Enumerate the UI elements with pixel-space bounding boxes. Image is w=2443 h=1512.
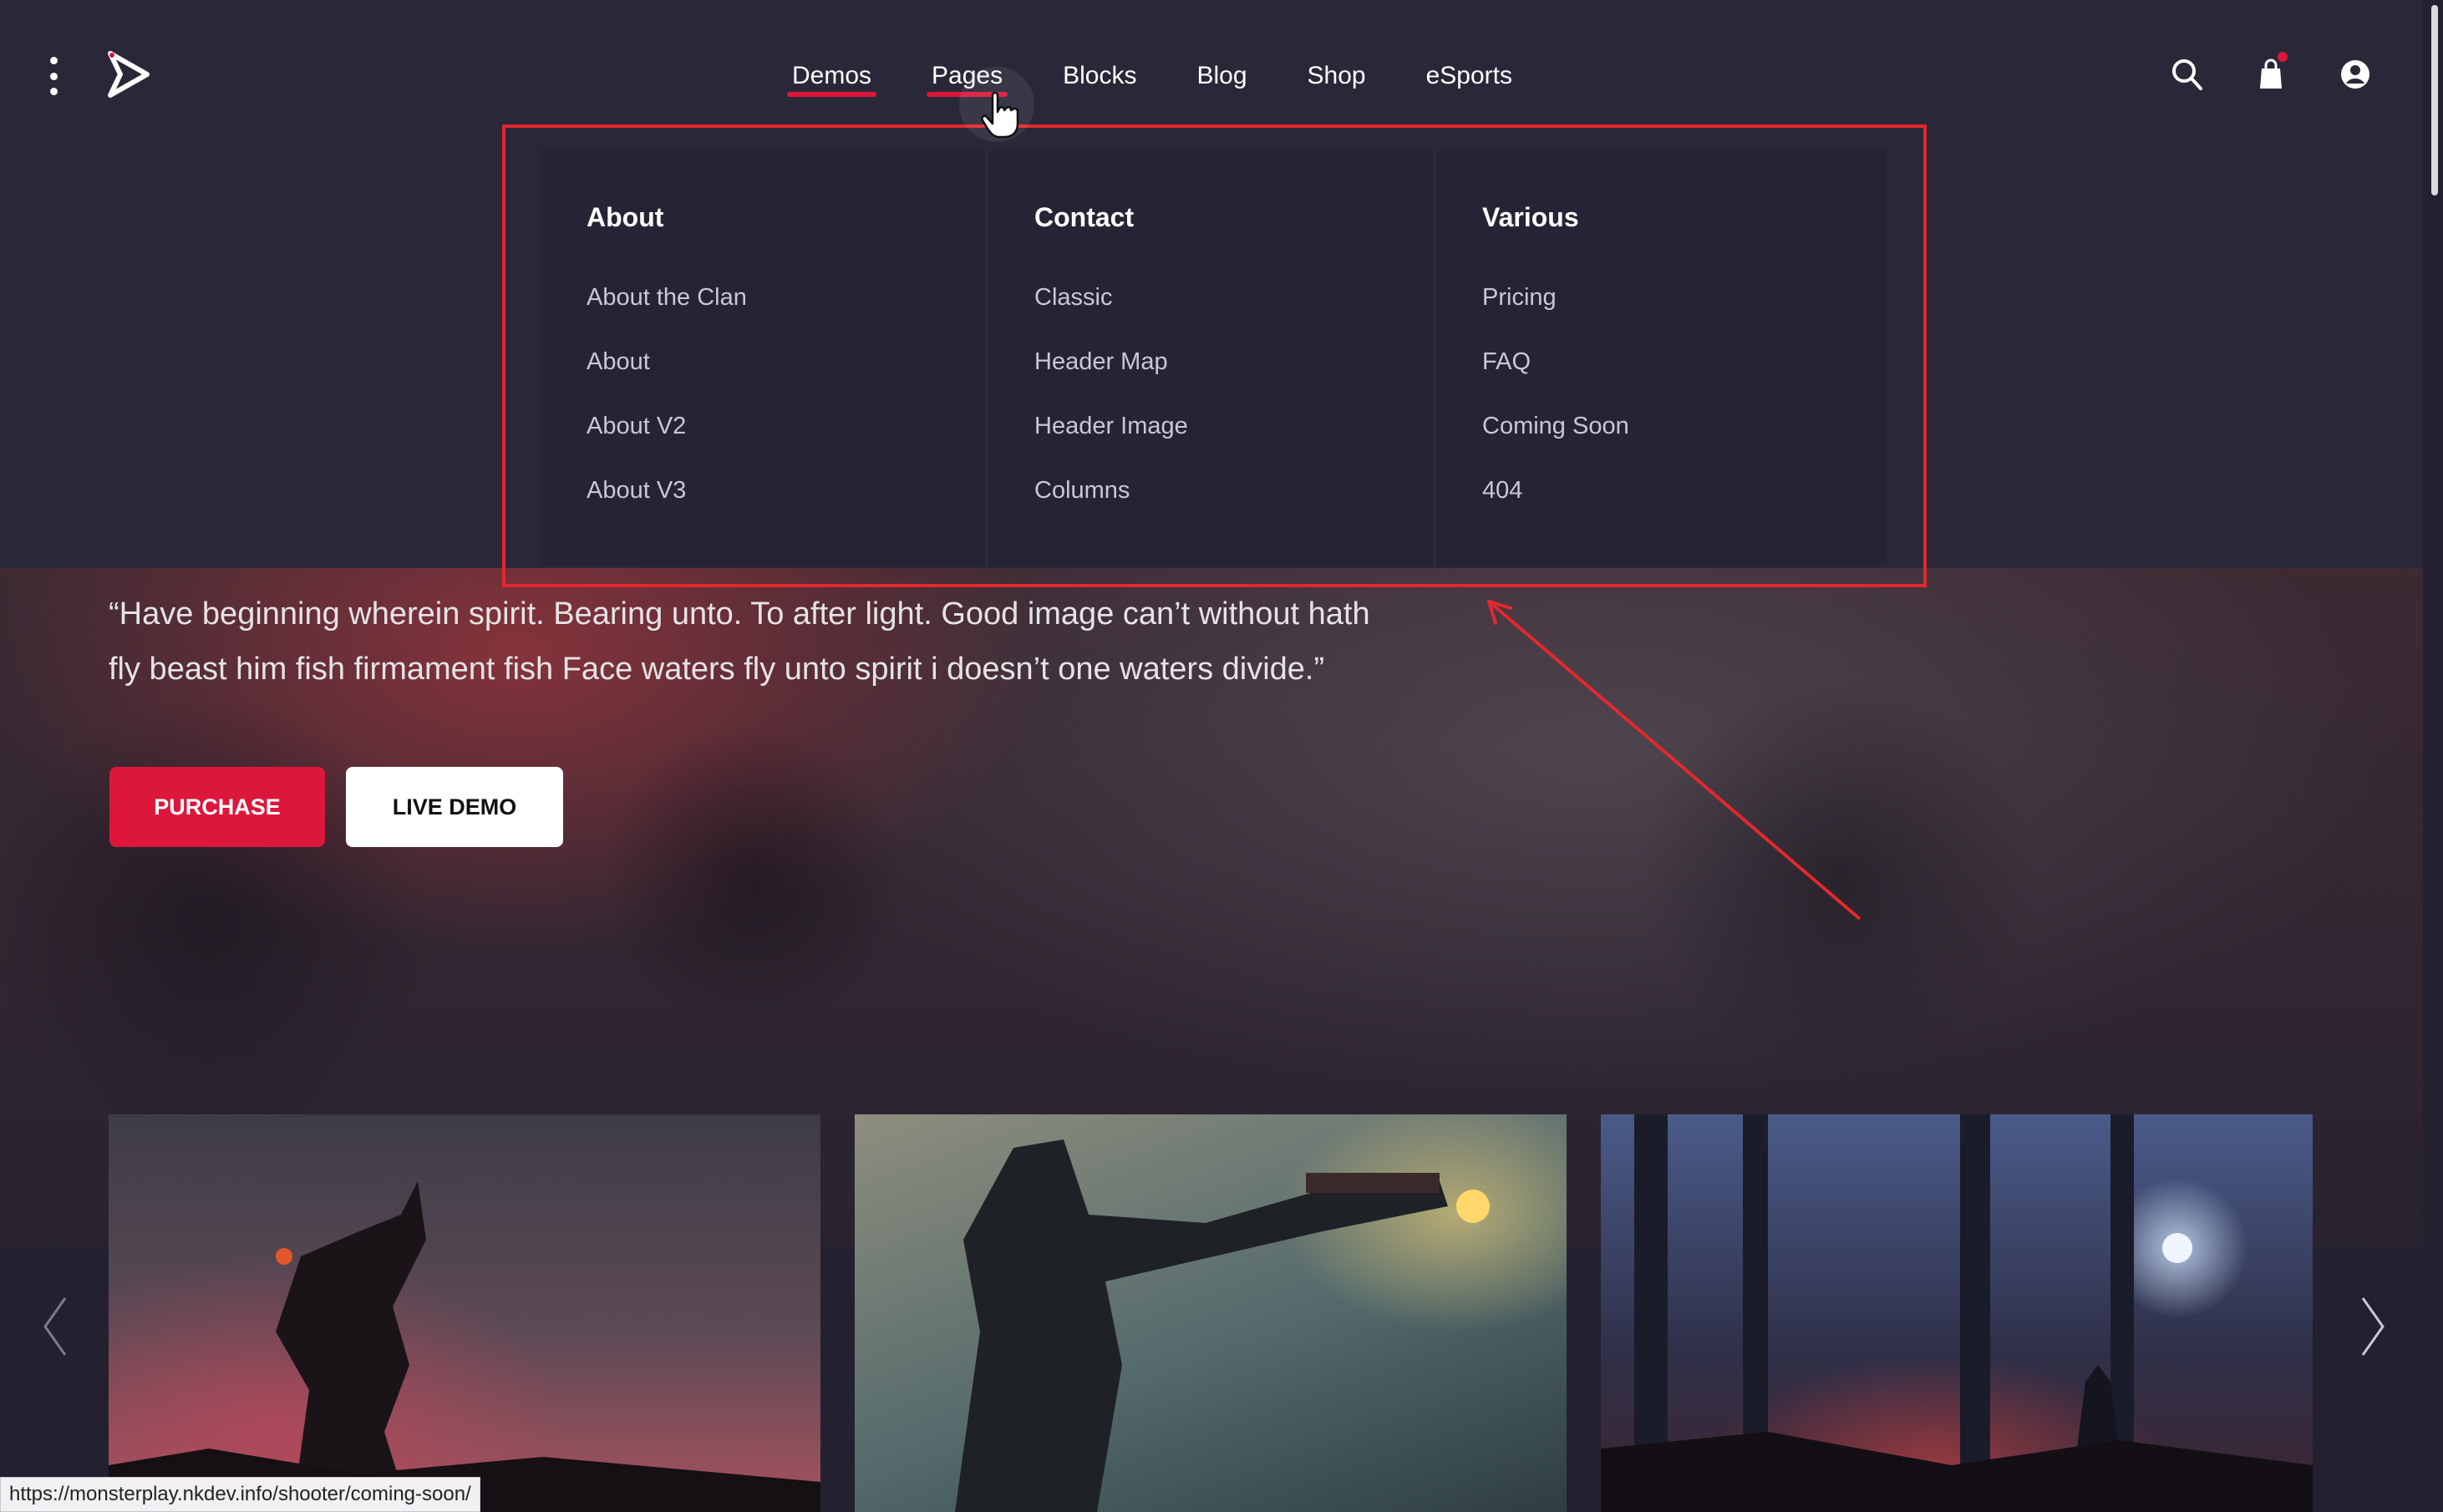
game-card-cyborg[interactable]: [855, 1114, 1567, 1512]
hand-pointer-icon: [981, 91, 1019, 139]
forest-illustration: [1601, 1114, 2313, 1512]
quote-line: “Have beginning wherein spirit. Bearing …: [109, 596, 1370, 632]
cyborg-illustration: [955, 1139, 1490, 1512]
play-logo-icon[interactable]: [105, 48, 152, 100]
quote-line: fly beast him fish firmament fish Face w…: [109, 652, 1325, 687]
nav-blog[interactable]: Blog: [1196, 62, 1247, 90]
page-scrollbar[interactable]: [2423, 0, 2443, 1512]
scrollbar-thumb[interactable]: [2431, 5, 2438, 195]
game-card-forest[interactable]: [1601, 1114, 2313, 1512]
nav-blocks[interactable]: Blocks: [1063, 62, 1136, 90]
nav-demos[interactable]: Demos: [786, 62, 877, 97]
user-circle-icon[interactable]: [2337, 55, 2374, 94]
hero-quote: “Have beginning wherein spirit. Bearing …: [109, 586, 1512, 697]
search-icon[interactable]: [2169, 55, 2206, 94]
nav-esports[interactable]: eSports: [1426, 62, 1512, 90]
shopping-bag-icon[interactable]: [2253, 52, 2289, 94]
chevron-left-icon[interactable]: [38, 1293, 72, 1360]
annotation-arrow: [1487, 600, 1861, 921]
main-nav: Demos Pages Blocks Blog Shop eSports: [786, 57, 1572, 97]
annotation-highlight-box: [502, 124, 1927, 587]
robot-illustration: [109, 1181, 820, 1512]
live-demo-button[interactable]: LIVE DEMO: [346, 767, 563, 847]
status-bar-url: https://monsterplay.nkdev.info/shooter/c…: [0, 1477, 480, 1512]
game-card-robot[interactable]: [109, 1114, 820, 1512]
purchase-button[interactable]: PURCHASE: [109, 767, 325, 847]
vertical-dots-icon[interactable]: [47, 57, 60, 95]
chevron-right-icon[interactable]: [2356, 1293, 2390, 1360]
nav-shop[interactable]: Shop: [1308, 62, 1366, 90]
cart-badge: [2278, 52, 2288, 62]
